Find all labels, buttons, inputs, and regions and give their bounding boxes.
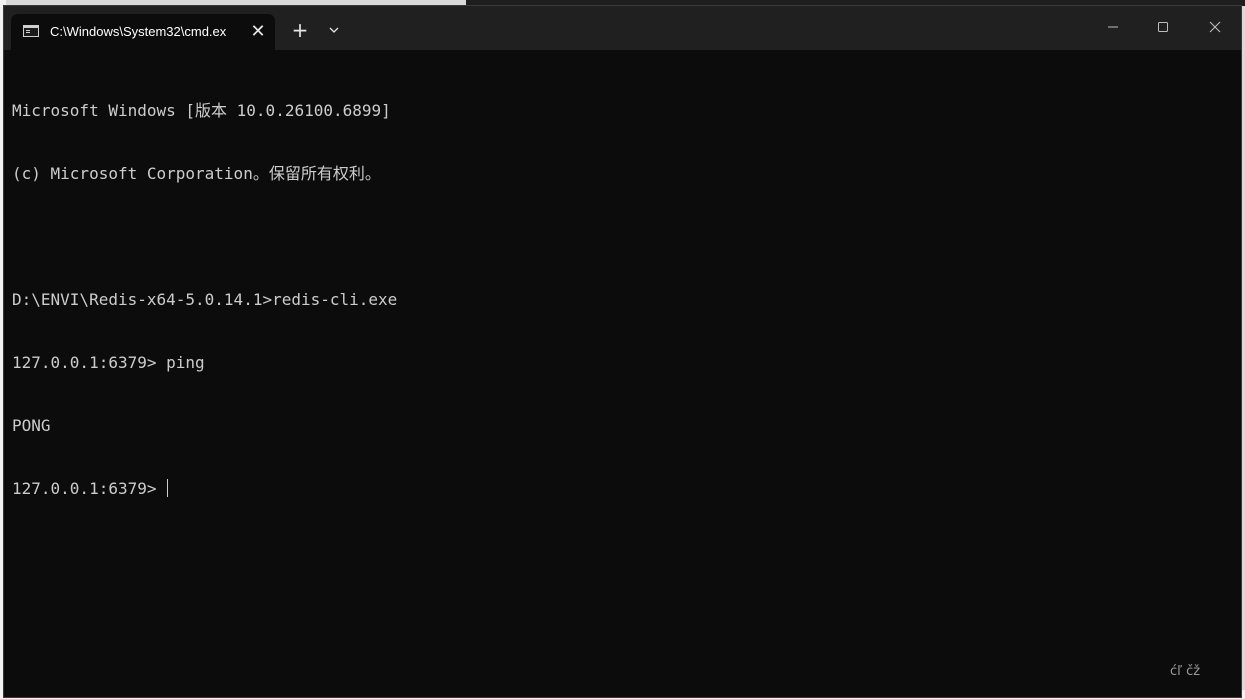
console-prompt: 127.0.0.1:6379> <box>12 479 167 498</box>
close-icon <box>1209 21 1221 33</box>
title-bar[interactable]: C:\Windows\System32\cmd.ex ✕ + <box>4 6 1241 50</box>
tab-title: C:\Windows\System32\cmd.ex <box>50 24 227 39</box>
new-tab-button[interactable]: + <box>286 19 314 43</box>
console-line: Microsoft Windows [版本 10.0.26100.6899] <box>12 101 391 120</box>
chevron-down-icon <box>329 27 339 33</box>
tab-close-button[interactable]: ✕ <box>247 22 269 44</box>
tab-dropdown-button[interactable] <box>322 19 348 43</box>
terminal-window: C:\Windows\System32\cmd.ex ✕ + Microsoft… <box>3 5 1242 698</box>
console-line: PONG <box>12 416 51 435</box>
close-button[interactable] <box>1190 6 1240 50</box>
console-line: (c) Microsoft Corporation。保留所有权利。 <box>12 164 381 183</box>
text-cursor <box>167 479 169 497</box>
console-output[interactable]: Microsoft Windows [版本 10.0.26100.6899] (… <box>12 58 1232 658</box>
status-text: ćľ čž <box>1170 664 1201 679</box>
minimize-icon <box>1108 26 1118 28</box>
terminal-icon <box>23 25 39 37</box>
minimize-button[interactable] <box>1088 6 1138 50</box>
console-line: 127.0.0.1:6379> ping <box>12 353 205 372</box>
tab-cmd[interactable]: C:\Windows\System32\cmd.ex ✕ <box>11 14 275 50</box>
console-line: D:\ENVI\Redis-x64-5.0.14.1>redis-cli.exe <box>12 290 398 309</box>
maximize-button[interactable] <box>1138 6 1188 50</box>
maximize-icon <box>1158 22 1168 32</box>
console-prompt-line[interactable]: 127.0.0.1:6379> <box>12 478 1232 499</box>
